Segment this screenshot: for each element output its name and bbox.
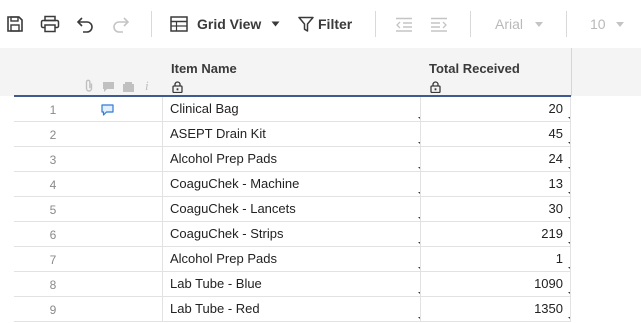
item-name-cell[interactable]: CoaguChek - Machine: [162, 172, 420, 196]
total-received-cell[interactable]: 45: [420, 122, 571, 146]
table-row[interactable]: 5 CoaguChek - Lancets 30: [14, 197, 571, 222]
row-number[interactable]: 5: [14, 197, 92, 221]
font-size-value: 10: [590, 16, 606, 32]
table-row[interactable]: 8 Lab Tube - Blue 1090: [14, 272, 571, 297]
total-received-cell[interactable]: 24: [420, 147, 571, 171]
row-number[interactable]: 3: [14, 147, 92, 171]
cell-value: 20: [548, 101, 563, 116]
row-number[interactable]: 1: [14, 97, 92, 121]
item-name-cell[interactable]: Lab Tube - Blue: [162, 272, 420, 296]
save-icon[interactable]: [4, 10, 26, 38]
toolbar-divider: [470, 11, 471, 37]
column-title: Total Received: [429, 61, 520, 76]
row-number[interactable]: 6: [14, 222, 92, 246]
filter-label: Filter: [318, 16, 353, 32]
row-actions: [92, 172, 162, 196]
item-name-cell[interactable]: CoaguChek - Lancets: [162, 197, 420, 221]
cell-value: 13: [548, 176, 563, 191]
font-size-select[interactable]: 10: [590, 10, 630, 38]
redo-icon[interactable]: [108, 10, 132, 38]
row-number[interactable]: 4: [14, 172, 92, 196]
cell-value: 24: [548, 151, 563, 166]
table-row[interactable]: 1 Clinical Bag 20: [14, 97, 571, 122]
font-family-value: Arial: [495, 16, 524, 32]
total-received-cell[interactable]: 13: [420, 172, 571, 196]
row-number[interactable]: 2: [14, 122, 92, 146]
item-name-cell[interactable]: Alcohol Prep Pads: [162, 147, 420, 171]
row-actions: [92, 122, 162, 146]
total-received-cell[interactable]: 30: [420, 197, 571, 221]
row-number[interactable]: 9: [14, 297, 92, 321]
total-received-cell[interactable]: 1350: [420, 297, 571, 321]
empty-area: [571, 97, 641, 321]
total-received-cell[interactable]: 20: [420, 97, 571, 121]
cell-value: 45: [548, 126, 563, 141]
item-name-cell[interactable]: Clinical Bag: [162, 97, 420, 121]
item-name-cell[interactable]: CoaguChek - Strips: [162, 222, 420, 246]
undo-icon[interactable]: [74, 10, 98, 38]
item-name-cell[interactable]: Lab Tube - Red: [162, 297, 420, 321]
info-icon[interactable]: i: [145, 78, 149, 94]
cell-value: 219: [541, 226, 563, 241]
chevron-down-icon: [271, 21, 280, 27]
indent-icon[interactable]: [428, 10, 450, 38]
column-header-item-name[interactable]: Item Name: [162, 48, 421, 96]
toolbar: Grid View Filter Arial 10: [0, 0, 641, 49]
chevron-down-icon: [615, 21, 624, 27]
table-row[interactable]: 2 ASEPT Drain Kit 45: [14, 122, 571, 147]
table-row[interactable]: 7 Alcohol Prep Pads 1: [14, 247, 571, 272]
chevron-down-icon: [535, 21, 544, 27]
table-row[interactable]: 3 Alcohol Prep Pads 24: [14, 147, 571, 172]
row-actions: [92, 147, 162, 171]
grid-icon: [170, 16, 188, 32]
filter-icon: [298, 16, 314, 33]
row-actions: [92, 297, 162, 321]
filter-button[interactable]: Filter: [298, 10, 356, 38]
cell-value: 1350: [534, 301, 563, 316]
cell-value: 1: [555, 251, 563, 266]
toolbar-divider: [566, 11, 567, 37]
grid-body: 1 Clinical Bag 20 2 ASEPT Drain Kit 45 3…: [14, 97, 571, 322]
table-row[interactable]: 9 Lab Tube - Red 1350: [14, 297, 571, 322]
view-label: Grid View: [197, 16, 262, 32]
outdent-icon[interactable]: [393, 10, 415, 38]
comment-icon[interactable]: [101, 103, 114, 121]
row-actions: [92, 272, 162, 296]
cell-value: 30: [548, 201, 563, 216]
item-name-cell[interactable]: ASEPT Drain Kit: [162, 122, 420, 146]
row-number[interactable]: 8: [14, 272, 92, 296]
table-row[interactable]: 4 CoaguChek - Machine 13: [14, 172, 571, 197]
font-family-select[interactable]: Arial: [495, 10, 547, 38]
column-header-total-received[interactable]: Total Received: [420, 48, 572, 96]
total-received-cell[interactable]: 1090: [420, 272, 571, 296]
row-number[interactable]: 7: [14, 247, 92, 271]
print-icon[interactable]: [38, 10, 62, 38]
row-actions: [92, 197, 162, 221]
view-selector[interactable]: Grid View: [170, 10, 282, 38]
total-received-cell[interactable]: 219: [420, 222, 571, 246]
column-title: Item Name: [171, 61, 237, 76]
table-row[interactable]: 6 CoaguChek - Strips 219: [14, 222, 571, 247]
row-actions: [92, 97, 162, 121]
total-received-cell[interactable]: 1: [420, 247, 571, 271]
item-name-cell[interactable]: Alcohol Prep Pads: [162, 247, 420, 271]
toolbar-divider: [375, 11, 376, 37]
row-actions: [92, 222, 162, 246]
toolbar-divider: [151, 11, 152, 37]
row-actions: [92, 247, 162, 271]
cell-value: 1090: [534, 276, 563, 291]
